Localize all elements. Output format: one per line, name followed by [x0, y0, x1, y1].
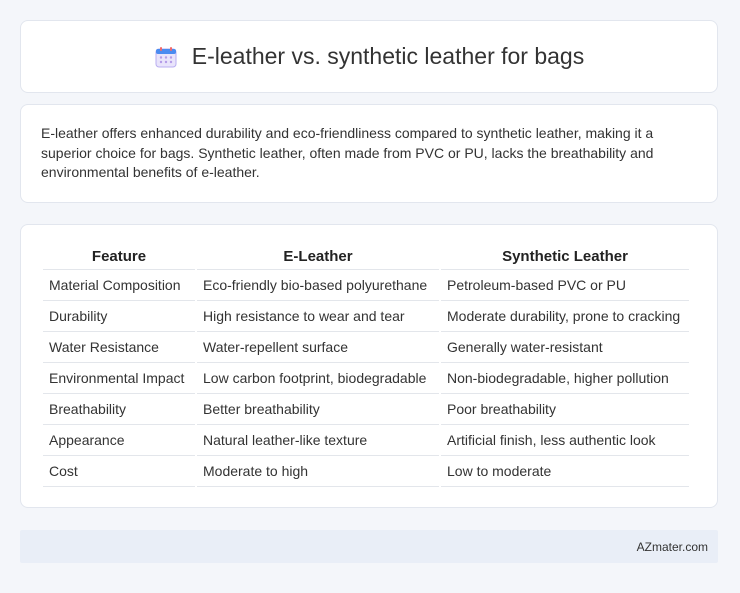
table-row: Cost Moderate to high Low to moderate: [43, 456, 689, 487]
table-cell: Durability: [43, 301, 195, 332]
column-header-e-leather: E-Leather: [197, 245, 439, 270]
page-title: E-leather vs. synthetic leather for bags: [191, 43, 585, 69]
table-cell: Eco-friendly bio-based polyurethane: [197, 270, 439, 301]
footer-brand[interactable]: AZmater.com: [637, 540, 708, 554]
table-cell: High resistance to wear and tear: [197, 301, 439, 332]
title-card: E-leather vs. synthetic leather for bags: [20, 20, 718, 93]
column-header-feature: Feature: [43, 245, 195, 270]
table-row: Water Resistance Water-repellent surface…: [43, 332, 689, 363]
table-header-row: Feature E-Leather Synthetic Leather: [43, 245, 689, 270]
table-cell: Artificial finish, less authentic look: [441, 425, 689, 456]
table-cell: Environmental Impact: [43, 363, 195, 394]
table-cell: Natural leather-like texture: [197, 425, 439, 456]
table-cell: Appearance: [43, 425, 195, 456]
table-row: Appearance Natural leather-like texture …: [43, 425, 689, 456]
table-cell: Generally water-resistant: [441, 332, 689, 363]
column-header-synthetic-leather: Synthetic Leather: [441, 245, 689, 270]
table-cell: Breathability: [43, 394, 195, 425]
table-cell: Poor breathability: [441, 394, 689, 425]
comparison-table: Feature E-Leather Synthetic Leather Mate…: [41, 245, 691, 487]
table-cell: Water Resistance: [43, 332, 195, 363]
calendar-icon: [154, 45, 178, 69]
table-cell: Better breathability: [197, 394, 439, 425]
table-cell: Moderate to high: [197, 456, 439, 487]
table-cell: Water-repellent surface: [197, 332, 439, 363]
table-row: Environmental Impact Low carbon footprin…: [43, 363, 689, 394]
table-cell: Non-biodegradable, higher pollution: [441, 363, 689, 394]
table-row: Material Composition Eco-friendly bio-ba…: [43, 270, 689, 301]
description-card: E-leather offers enhanced durability and…: [20, 104, 718, 203]
table-cell: Material Composition: [43, 270, 195, 301]
footer: AZmater.com: [20, 530, 718, 563]
table-cell: Low to moderate: [441, 456, 689, 487]
table-cell: Cost: [43, 456, 195, 487]
description-text: E-leather offers enhanced durability and…: [41, 125, 654, 180]
table-cell: Moderate durability, prone to cracking: [441, 301, 689, 332]
table-row: Breathability Better breathability Poor …: [43, 394, 689, 425]
table-row: Durability High resistance to wear and t…: [43, 301, 689, 332]
comparison-card: Feature E-Leather Synthetic Leather Mate…: [20, 224, 718, 508]
table-cell: Petroleum-based PVC or PU: [441, 270, 689, 301]
table-cell: Low carbon footprint, biodegradable: [197, 363, 439, 394]
